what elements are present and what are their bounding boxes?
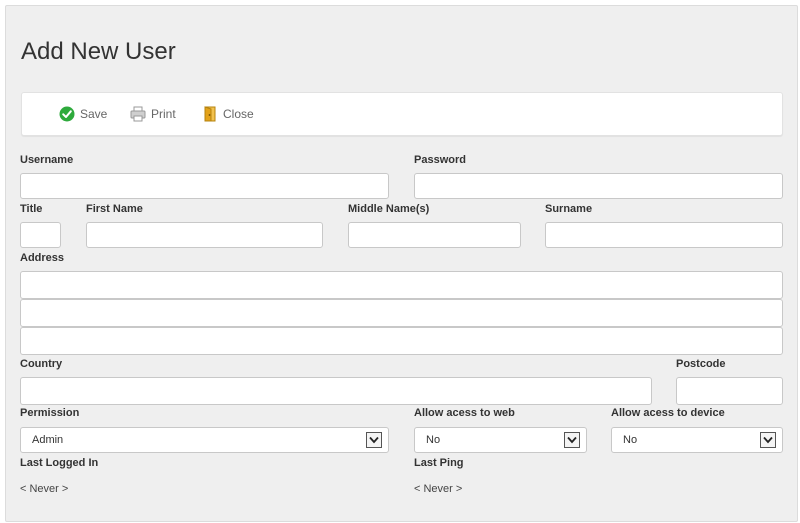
check-circle-icon [59, 106, 75, 122]
printer-icon [130, 106, 146, 122]
page-title: Add New User [21, 38, 176, 65]
door-icon [202, 106, 218, 122]
middle-names-label: Middle Name(s) [348, 203, 430, 215]
title-label: Title [20, 203, 43, 215]
permission-label: Permission [20, 407, 80, 419]
last-ping-value: < Never > [414, 483, 463, 495]
country-input[interactable] [20, 377, 652, 405]
add-user-panel: Add New User Save Print Close Username P… [5, 5, 798, 522]
address-label: Address [20, 252, 65, 264]
first-name-input[interactable] [86, 222, 323, 248]
device-access-label: Allow acess to device [611, 407, 725, 419]
postcode-label: Postcode [676, 358, 726, 370]
postcode-input[interactable] [676, 377, 783, 405]
first-name-label: First Name [86, 203, 143, 215]
toolbar: Save Print Close [21, 92, 783, 136]
web-access-select[interactable]: No [414, 427, 587, 453]
device-access-value: No [623, 434, 638, 446]
middle-names-input[interactable] [348, 222, 521, 248]
close-button[interactable]: Close [202, 104, 254, 124]
save-label: Save [80, 107, 108, 121]
close-label: Close [223, 107, 254, 121]
chevron-down-icon[interactable] [760, 432, 776, 448]
chevron-down-icon[interactable] [564, 432, 580, 448]
permission-select[interactable]: Admin [20, 427, 389, 453]
print-label: Print [151, 107, 176, 121]
username-label: Username [20, 154, 74, 166]
surname-input[interactable] [545, 222, 783, 248]
address-line3-input[interactable] [20, 327, 783, 355]
last-logged-in-label: Last Logged In [20, 457, 99, 469]
title-input[interactable] [20, 222, 61, 248]
password-input[interactable] [414, 173, 783, 199]
chevron-down-icon[interactable] [366, 432, 382, 448]
address-line1-input[interactable] [20, 271, 783, 299]
password-label: Password [414, 154, 466, 166]
last-ping-label: Last Ping [414, 457, 464, 469]
country-label: Country [20, 358, 63, 370]
save-button[interactable]: Save [59, 104, 107, 124]
address-line2-input[interactable] [20, 299, 783, 327]
device-access-select[interactable]: No [611, 427, 783, 453]
last-logged-in-value: < Never > [20, 483, 69, 495]
web-access-value: No [426, 434, 441, 446]
username-input[interactable] [20, 173, 389, 199]
surname-label: Surname [545, 203, 593, 215]
web-access-label: Allow acess to web [414, 407, 515, 419]
print-button[interactable]: Print [130, 104, 176, 124]
permission-value: Admin [32, 434, 64, 446]
